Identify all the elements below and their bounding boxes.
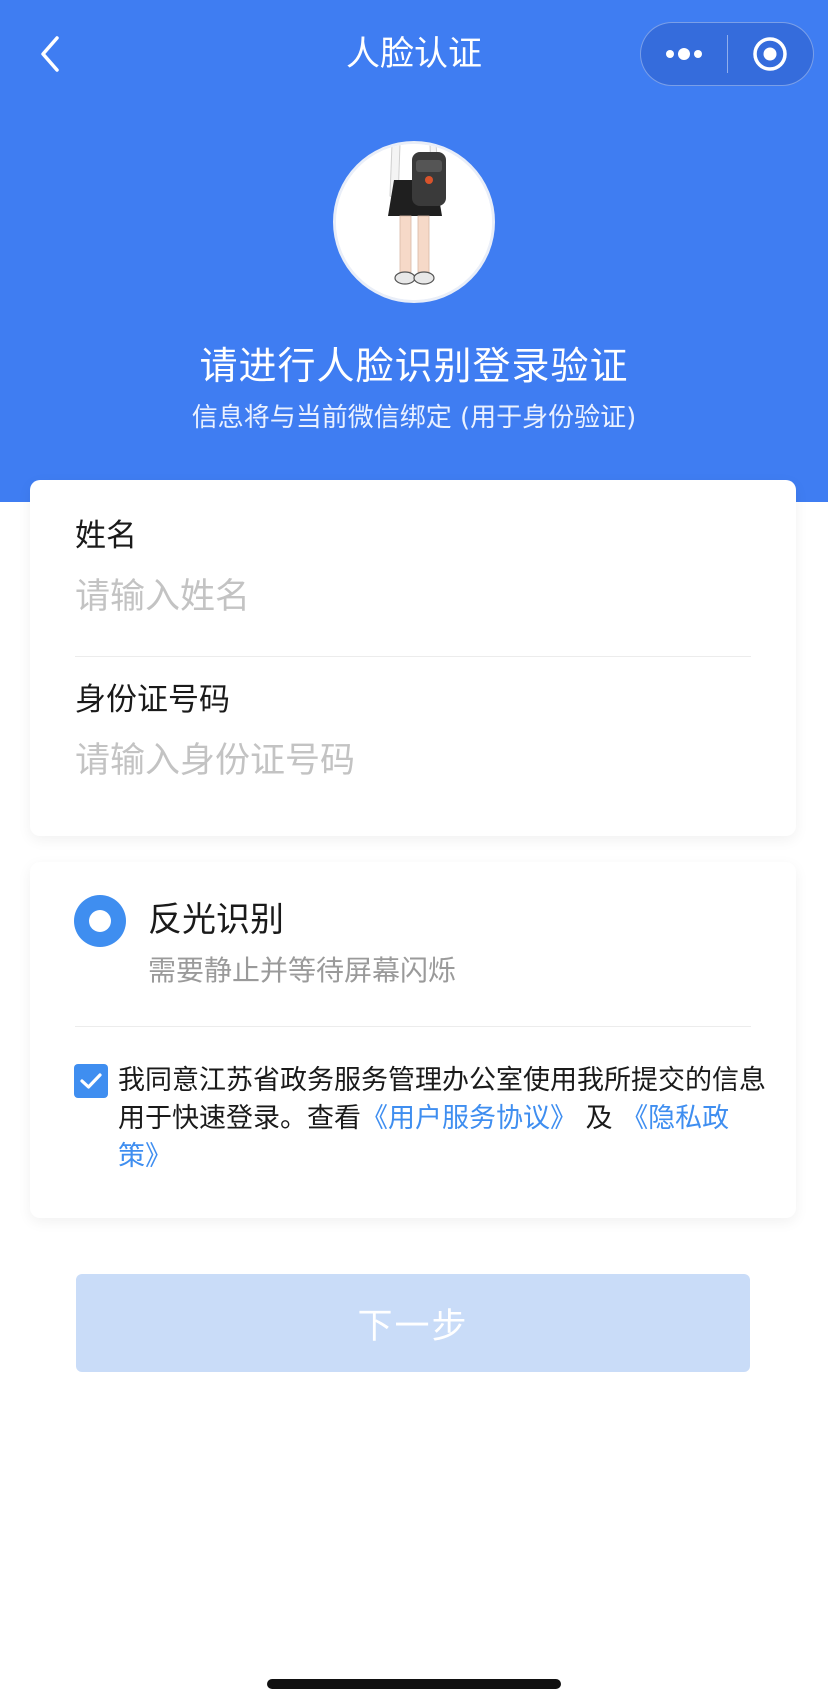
check-icon: [80, 1073, 102, 1089]
hero-subtitle: 信息将与当前微信绑定 (用于身份验证): [191, 403, 637, 433]
id-number-input[interactable]: [75, 734, 735, 788]
next-step-button[interactable]: 下一步: [76, 1274, 750, 1372]
option-divider: [75, 1026, 751, 1027]
radio-dot: [89, 910, 111, 932]
target-circle-icon: [753, 37, 787, 71]
more-button[interactable]: [641, 22, 727, 86]
reflection-radio[interactable]: [74, 895, 126, 947]
header-banner: 人脸认证 请进行人脸识别登录验证 信息将与当前微信绑定 (用于身份验证): [0, 0, 828, 502]
mini-program-capsule: [640, 22, 814, 86]
home-indicator: [267, 1679, 561, 1689]
face-auth-page: 人脸认证 请进行人脸识别登录验证 信息将与当前微信绑定 (用于身份验证) 姓名 …: [0, 0, 828, 1706]
identity-form-card: 姓名 身份证号码: [30, 480, 796, 836]
verification-option-card: 反光识别 需要静止并等待屏幕闪烁 我同意江苏省政务服务管理办公室使用我所提交的信…: [30, 862, 796, 1218]
avatar-illustration: [336, 144, 492, 300]
agreement-checkbox[interactable]: [74, 1064, 108, 1098]
user-agreement-link[interactable]: 《用户服务协议》: [361, 1103, 577, 1134]
more-dots-icon: [665, 48, 702, 60]
agreement-and: 及: [585, 1103, 613, 1134]
form-divider: [75, 656, 751, 657]
option-title[interactable]: 反光识别: [148, 896, 284, 944]
name-input[interactable]: [75, 570, 735, 624]
avatar: [333, 141, 495, 303]
id-number-label: 身份证号码: [75, 682, 230, 718]
close-mini-program-button[interactable]: [728, 22, 814, 86]
hero-title: 请进行人脸识别登录验证: [199, 344, 629, 388]
agreement-text: 我同意江苏省政务服务管理办公室使用我所提交的信息用于快速登录。查看《用户服务协议…: [118, 1062, 768, 1176]
name-label: 姓名: [75, 518, 137, 554]
option-description: 需要静止并等待屏幕闪烁: [148, 954, 457, 987]
